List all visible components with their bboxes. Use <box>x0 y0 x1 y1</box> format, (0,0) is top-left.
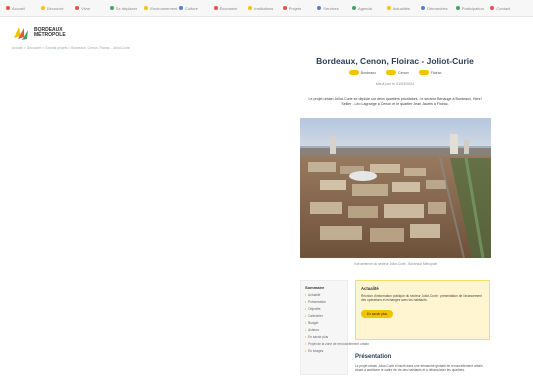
tag-label: Floirac <box>430 70 442 75</box>
nav-label: Culture <box>185 5 198 11</box>
nav-item[interactable]: Accueil <box>6 4 25 12</box>
toc-item[interactable]: Projet de la zone de renouvellement urba… <box>305 342 369 346</box>
toc-item[interactable]: Présentation <box>305 300 343 304</box>
nav-label: Environnement <box>150 5 178 11</box>
nav-item[interactable]: Environnement <box>144 4 177 12</box>
callout-title: Actualité <box>361 286 379 291</box>
toc-item[interactable]: Objectifs <box>305 307 343 311</box>
nav-label: Services <box>323 5 339 11</box>
nav-item[interactable]: Projets <box>282 4 302 12</box>
brand-line-2: MÉTROPOLE <box>34 32 66 38</box>
nav-item[interactable]: Vivre <box>75 4 90 12</box>
nav-dot-icon <box>40 6 45 10</box>
nav-dot-icon <box>490 6 495 10</box>
toc-heading: Sommaire <box>305 285 325 290</box>
nav-label: Accueil <box>12 5 25 11</box>
tag-label: Cenon <box>398 70 409 75</box>
intro-text: Le projet urbain Joliot-Curie se déploie… <box>308 97 482 106</box>
toc-item[interactable]: Budget <box>305 321 343 325</box>
tag-label: Bordeaux <box>360 70 376 75</box>
updated-date: Mis à jour le 01/03/2024 <box>375 82 415 86</box>
nav-label: Projets <box>288 5 302 11</box>
nav-label: Contact <box>496 5 511 11</box>
nav-dot-icon <box>248 6 253 10</box>
nav-item[interactable]: Découvrir <box>40 4 64 12</box>
photo-caption: Vue aérienne du secteur Joliot-Curie - B… <box>353 262 438 266</box>
breadcrumb[interactable]: Accueil > Découvrir > Grands projets > B… <box>12 46 130 50</box>
nav-dot-icon <box>213 6 218 10</box>
nav-label: Agenda <box>358 5 372 11</box>
nav-item[interactable]: Services <box>317 4 339 12</box>
nav-item[interactable]: Démarches <box>421 4 448 12</box>
nav-dot-icon <box>144 6 149 10</box>
nav-label: Actualités <box>392 5 410 11</box>
nav-dot-icon <box>75 6 80 10</box>
nav-dot-icon <box>282 6 287 10</box>
top-navigation: Accueil Découvrir Vivre Se déplacer Environn… <box>0 0 533 17</box>
nav-dot-icon <box>6 6 10 10</box>
tag-item[interactable]: Floirac <box>418 70 442 75</box>
nav-label: Démarches <box>427 5 448 11</box>
nav-item[interactable]: Se déplacer <box>109 4 138 12</box>
toc-item[interactable]: Actualité <box>305 293 343 297</box>
toc-item[interactable]: Calendrier <box>305 314 343 318</box>
tag-list: Bordeaux Cenon Floirac <box>300 70 490 75</box>
nav-dot-icon <box>421 6 426 10</box>
nav-label: Découvrir <box>46 5 64 11</box>
nav-label: Participation <box>461 5 484 11</box>
section-text: Le projet urbain Joliot-Curie s'inscrit … <box>355 364 483 373</box>
nav-dot-icon <box>386 6 391 10</box>
tag-pill-icon <box>418 70 429 75</box>
tag-item[interactable]: Bordeaux <box>348 70 376 75</box>
toc-item[interactable]: Acteurs <box>305 328 343 332</box>
callout-button[interactable]: En savoir plus <box>361 310 394 319</box>
toc-list: Actualité Présentation Objectifs Calendr… <box>305 293 369 353</box>
nav-item[interactable]: Institutions <box>248 4 273 12</box>
nav-item[interactable]: Agenda <box>352 4 372 12</box>
toc-item[interactable]: En savoir plus <box>305 335 343 339</box>
nav-label: Vivre <box>81 5 91 11</box>
brand-logo[interactable]: BORDEAUX MÉTROPOLE <box>12 22 92 44</box>
callout-text: Réunion d'information publique du secteu… <box>361 294 482 303</box>
nav-item[interactable]: Contact <box>490 4 510 12</box>
nav-label: Économie <box>219 5 238 11</box>
nav-list: Accueil Découvrir Vivre Se déplacer Environn… <box>6 4 527 12</box>
nav-dot-icon <box>352 6 356 10</box>
logo-mark-icon <box>12 24 30 42</box>
nav-label: Se déplacer <box>115 5 138 11</box>
page-title: Bordeaux, Cenon, Floirac - Joliot-Curie <box>316 56 474 66</box>
nav-dot-icon <box>455 6 460 10</box>
tag-pill-icon <box>348 70 359 75</box>
nav-item[interactable]: Économie <box>213 4 238 12</box>
nav-dot-icon <box>179 6 183 10</box>
nav-item[interactable]: Participation <box>455 4 484 12</box>
aerial-photo <box>300 118 491 258</box>
news-callout: Actualité Réunion d'information publique… <box>355 280 490 340</box>
nav-label: Institutions <box>254 5 274 11</box>
section-title: Présentation <box>355 354 392 360</box>
nav-item[interactable]: Actualités <box>386 4 410 12</box>
tag-item[interactable]: Cenon <box>386 70 409 75</box>
nav-dot-icon <box>317 6 322 10</box>
nav-dot-icon <box>109 6 114 10</box>
toc-item[interactable]: En images <box>305 349 343 353</box>
table-of-contents: Sommaire Actualité Présentation Objectif… <box>300 280 369 375</box>
tag-pill-icon <box>386 70 396 75</box>
nav-item[interactable]: Culture <box>179 4 198 12</box>
